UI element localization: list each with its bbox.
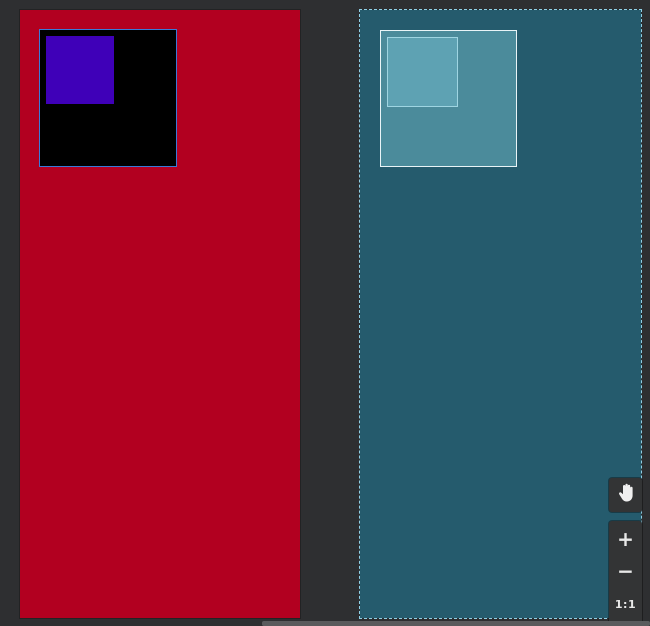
selected-black-box[interactable]	[39, 29, 177, 167]
pan-tool-button[interactable]	[609, 478, 642, 512]
preview-outer-box[interactable]	[380, 30, 517, 167]
design-frame[interactable]	[20, 10, 300, 618]
preview-inner-box[interactable]	[387, 37, 458, 107]
zoom-controls: + − 1:1	[609, 521, 642, 626]
zoom-in-button[interactable]: +	[609, 524, 642, 554]
editor-canvas[interactable]: + − 1:1	[0, 0, 650, 626]
preview-frame[interactable]	[359, 9, 642, 619]
hand-icon	[617, 483, 635, 507]
horizontal-scrollbar[interactable]	[262, 621, 650, 626]
zoom-reset-button[interactable]: 1:1	[609, 589, 642, 619]
zoom-out-button[interactable]: −	[609, 556, 642, 586]
purple-inner-box[interactable]	[46, 36, 114, 104]
